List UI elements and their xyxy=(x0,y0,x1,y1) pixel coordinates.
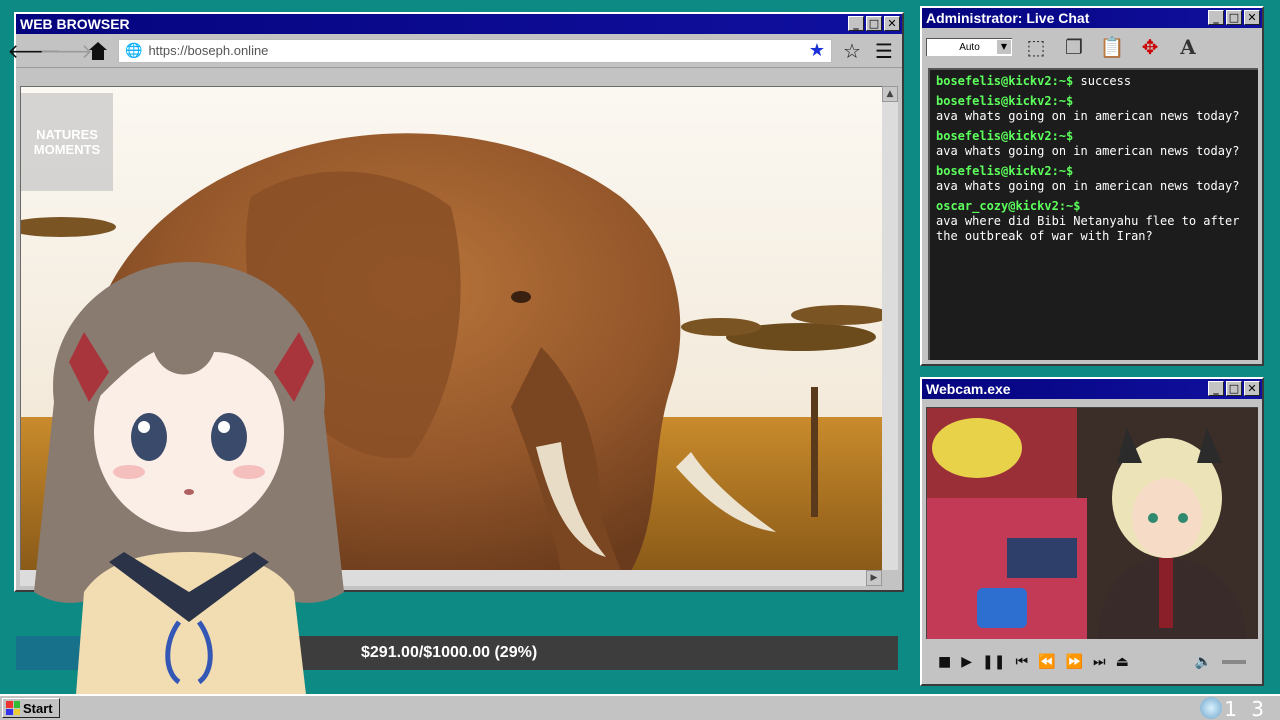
play-icon[interactable]: ▶ xyxy=(961,654,972,670)
chat-message: bosefelis@kickv2:~$ ava whats going on i… xyxy=(936,164,1252,194)
close-button[interactable]: ✕ xyxy=(1244,381,1260,396)
address-bar[interactable]: 🌐 https://boseph.online ★ xyxy=(118,38,832,63)
menu-icon[interactable]: ☰ xyxy=(872,39,896,63)
webcam-feed xyxy=(926,407,1258,639)
chat-title: Administrator: Live Chat xyxy=(926,10,1090,26)
webcam-window: Webcam.exe _ □ ✕ ■ ▶ ❚❚ ⏮ ⏪ ⏩ ⏭ ⏏ 🔈 xyxy=(920,377,1264,686)
start-label: Start xyxy=(23,700,53,716)
page-logo[interactable]: NATURES MOMENTS xyxy=(21,93,113,191)
scroll-right-icon[interactable]: ▶ xyxy=(866,570,882,586)
bookmark-star-icon[interactable]: ★ xyxy=(809,40,825,61)
chat-window: Administrator: Live Chat _ □ ✕ Auto ▼ ⬚ … xyxy=(920,6,1264,366)
browser-titlebar[interactable]: WEB BROWSER _ □ ✕ xyxy=(16,14,902,34)
volume-icon[interactable]: 🔈 xyxy=(1195,654,1212,670)
chat-username: bosefelis@kickv2:~$ xyxy=(936,74,1074,88)
browser-title: WEB BROWSER xyxy=(20,16,130,32)
move-icon[interactable]: ✥ xyxy=(1136,33,1164,61)
stop-icon[interactable]: ■ xyxy=(938,654,951,670)
forward-arrow-icon[interactable]: 🡒 xyxy=(39,39,93,63)
chat-username: bosefelis@kickv2:~$ xyxy=(936,94,1074,108)
maximize-button[interactable]: □ xyxy=(1226,10,1242,25)
chat-log[interactable]: bosefelis@kickv2:~$ success bosefelis@ki… xyxy=(928,68,1258,360)
home-icon[interactable] xyxy=(86,39,110,63)
globe-icon: 🌐 xyxy=(125,42,143,59)
font-size-value: Auto xyxy=(959,42,980,53)
scroll-up-icon[interactable]: ▲ xyxy=(882,86,898,102)
font-icon[interactable]: A xyxy=(1174,33,1202,61)
fast-forward-icon[interactable]: ⏩ xyxy=(1066,654,1083,670)
url-text[interactable]: https://boseph.online xyxy=(148,43,802,58)
skip-forward-icon[interactable]: ⏭ xyxy=(1093,654,1106,670)
browser-window-controls: _ □ ✕ xyxy=(848,16,900,31)
chat-message: bosefelis@kickv2:~$ ava whats going on i… xyxy=(936,94,1252,124)
chevron-down-icon[interactable]: ▼ xyxy=(997,40,1011,54)
chat-text: success xyxy=(1080,74,1132,88)
select-box-icon[interactable]: ⬚ xyxy=(1022,33,1050,61)
minimize-button[interactable]: _ xyxy=(1208,381,1224,396)
chat-message: bosefelis@kickv2:~$ success xyxy=(936,74,1252,89)
pause-icon[interactable]: ❚❚ xyxy=(982,654,1005,670)
tray-icon[interactable] xyxy=(1200,697,1222,719)
rewind-icon[interactable]: ⏪ xyxy=(1038,654,1055,670)
minimize-button[interactable]: _ xyxy=(1208,10,1224,25)
chat-username: oscar_cozy@kickv2:~$ xyxy=(936,199,1081,213)
chat-titlebar[interactable]: Administrator: Live Chat _ □ ✕ xyxy=(922,8,1262,28)
skip-back-icon[interactable]: ⏮ xyxy=(1015,654,1028,670)
webcam-title: Webcam.exe xyxy=(926,381,1011,397)
paste-icon[interactable]: 📋 xyxy=(1098,33,1126,61)
donation-goal-text: $291.00/$1000.00 (29%) xyxy=(361,644,538,661)
taskbar-clock: 1 3 xyxy=(1224,697,1268,720)
webcam-titlebar[interactable]: Webcam.exe _ □ ✕ xyxy=(922,379,1262,399)
taskbar: Start 1 3 xyxy=(0,694,1280,720)
media-controls: ■ ▶ ❚❚ ⏮ ⏪ ⏩ ⏭ ⏏ 🔈 xyxy=(926,645,1258,679)
vtuber-avatar xyxy=(34,262,344,720)
start-button[interactable]: Start xyxy=(2,698,60,718)
font-size-select[interactable]: Auto ▼ xyxy=(926,38,1012,56)
chat-message: bosefelis@kickv2:~$ ava whats going on i… xyxy=(936,129,1252,159)
close-button[interactable]: ✕ xyxy=(1244,10,1260,25)
chat-text: ava whats going on in american news toda… xyxy=(936,144,1240,158)
close-button[interactable]: ✕ xyxy=(884,16,900,31)
webcam-image xyxy=(927,408,1258,639)
copy-icon[interactable]: ❐ xyxy=(1060,33,1088,61)
volume-slider[interactable] xyxy=(1222,660,1246,664)
eject-icon[interactable]: ⏏ xyxy=(1116,654,1129,670)
chat-username: bosefelis@kickv2:~$ xyxy=(936,164,1074,178)
chat-username: bosefelis@kickv2:~$ xyxy=(936,129,1074,143)
chat-message: oscar_cozy@kickv2:~$ ava where did Bibi … xyxy=(936,199,1252,244)
vertical-scrollbar[interactable]: ▲ xyxy=(882,86,898,570)
favorites-star-icon[interactable]: ☆ xyxy=(840,39,864,63)
webcam-window-controls: _ □ ✕ xyxy=(1208,381,1260,396)
chat-text: ava whats going on in american news toda… xyxy=(936,109,1240,123)
maximize-button[interactable]: □ xyxy=(866,16,882,31)
minimize-button[interactable]: _ xyxy=(848,16,864,31)
browser-navbar: 🡐 🡒 🌐 https://boseph.online ★ ☆ ☰ xyxy=(7,34,902,68)
chat-text: ava whats going on in american news toda… xyxy=(936,179,1240,193)
chat-toolbar: Auto ▼ ⬚ ❐ 📋 ✥ A xyxy=(922,28,1262,66)
maximize-button[interactable]: □ xyxy=(1226,381,1242,396)
chat-text: ava where did Bibi Netanyahu flee to aft… xyxy=(936,214,1240,243)
windows-logo-icon xyxy=(6,701,20,715)
chat-window-controls: _ □ ✕ xyxy=(1208,10,1260,25)
